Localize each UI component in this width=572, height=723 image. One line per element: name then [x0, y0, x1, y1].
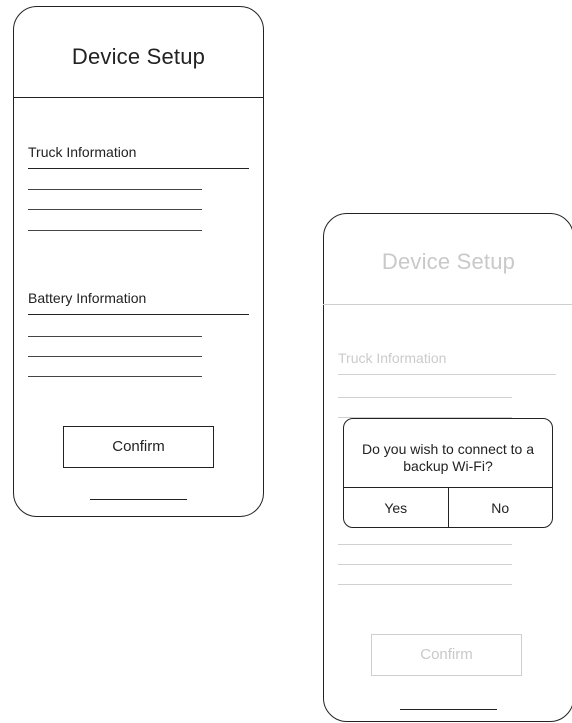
truck-information-underline: [338, 374, 556, 375]
battery-field-1: [338, 544, 512, 545]
confirm-button: Confirm: [371, 634, 522, 676]
header-divider: [13, 97, 264, 98]
confirm-button[interactable]: Confirm: [63, 426, 214, 468]
truck-information-label: Truck Information: [28, 144, 137, 160]
no-button[interactable]: No: [447, 488, 553, 527]
battery-field-3[interactable]: [28, 376, 202, 377]
home-indicator: [90, 499, 187, 500]
battery-field-1[interactable]: [28, 336, 202, 337]
page-title: Device Setup: [381, 249, 516, 274]
backup-wifi-dialog: Do you wish to connect to a backup Wi-Fi…: [343, 418, 553, 528]
page-title: Device Setup: [71, 44, 206, 69]
truck-field-1[interactable]: [28, 189, 202, 190]
dialog-actions: Yes No: [344, 487, 552, 527]
truck-field-2[interactable]: [28, 209, 202, 210]
truck-information-label: Truck Information: [338, 350, 447, 366]
battery-field-3: [338, 584, 512, 585]
dialog-message: Do you wish to connect to a backup Wi-Fi…: [362, 441, 534, 474]
home-indicator: [400, 709, 497, 710]
truck-field-1: [338, 397, 512, 398]
battery-field-2: [338, 564, 512, 565]
truck-information-underline: [28, 168, 249, 169]
header-divider: [323, 304, 572, 305]
yes-button[interactable]: Yes: [344, 488, 448, 527]
phone-screen-device-setup: Device Setup Truck Information Battery I…: [13, 6, 264, 517]
battery-field-2[interactable]: [28, 356, 202, 357]
battery-information-label: Battery Information: [28, 290, 147, 306]
battery-information-underline: [28, 314, 249, 315]
truck-field-3[interactable]: [28, 230, 202, 231]
phone-screen-backup-wifi-dialog: Device Setup Truck Information Confirm D…: [323, 213, 572, 722]
